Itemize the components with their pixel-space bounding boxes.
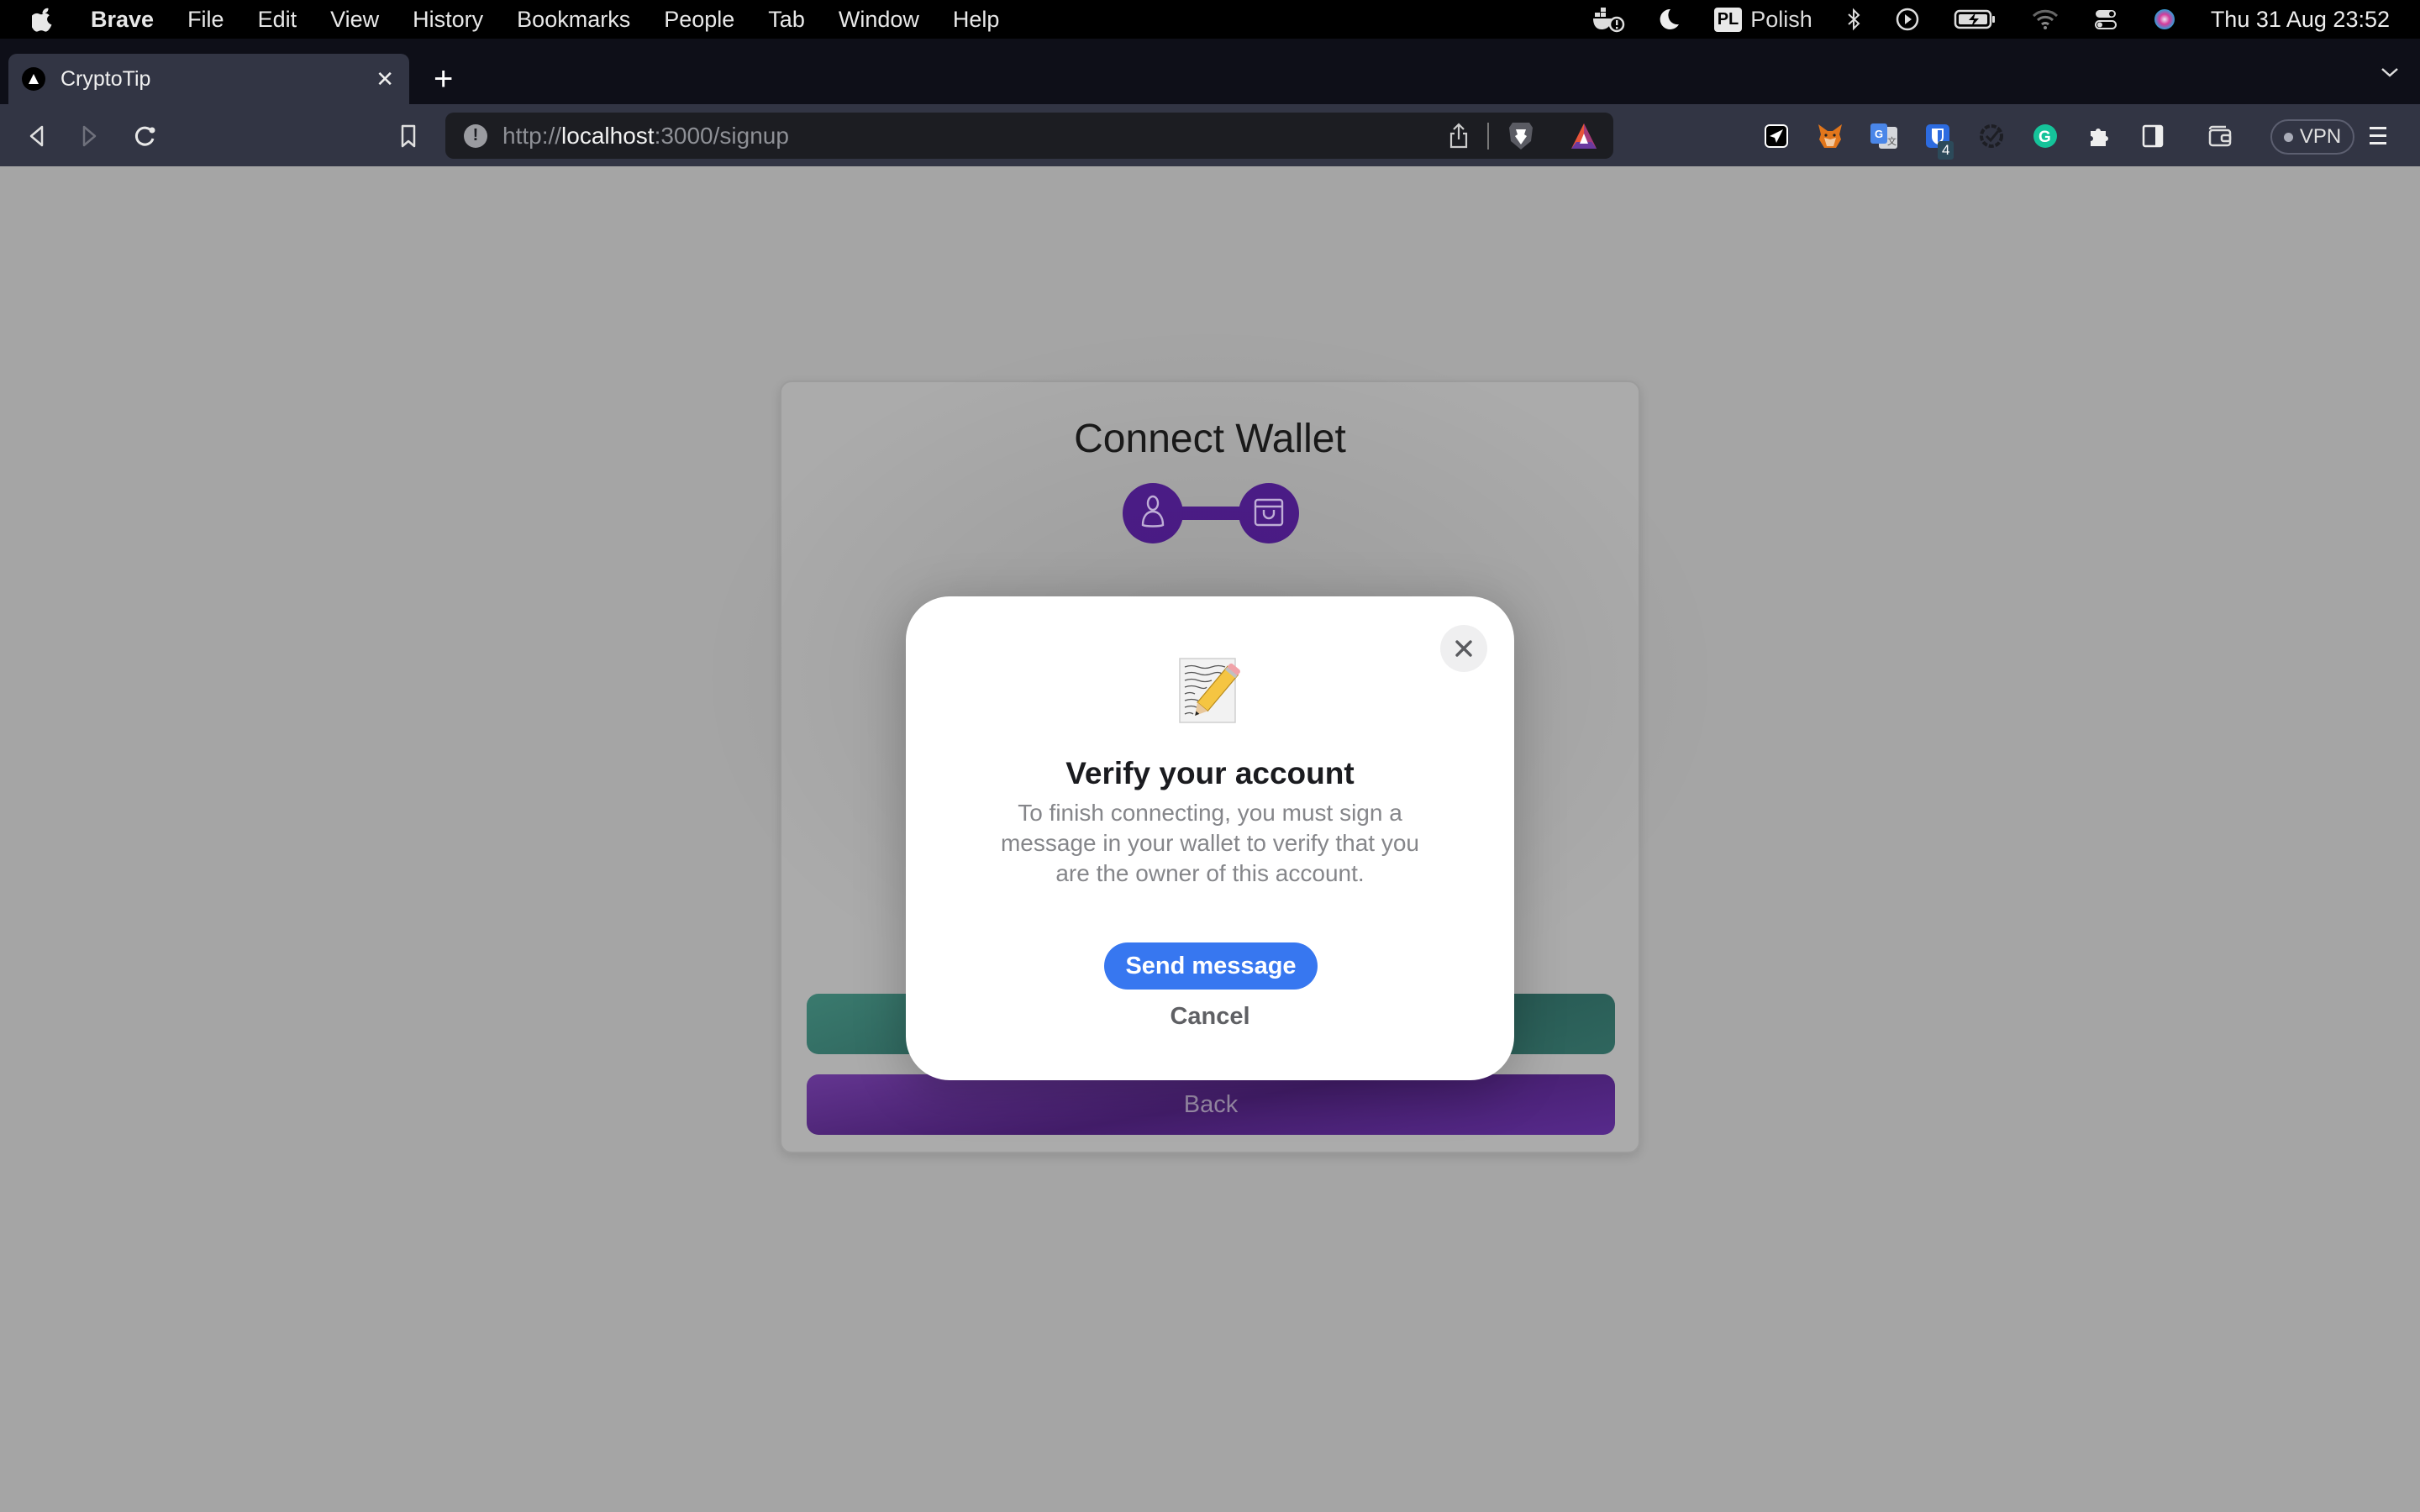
docker-icon[interactable] — [1591, 6, 1625, 33]
url-path: :3000/signup — [654, 122, 789, 149]
siri-icon[interactable] — [2152, 7, 2177, 32]
close-icon — [1455, 640, 1472, 657]
do-not-disturb-moon-icon[interactable] — [1659, 8, 1681, 31]
media-play-icon[interactable] — [1895, 7, 1920, 32]
menu-tab[interactable]: Tab — [768, 7, 805, 33]
memo-pencil-icon — [1176, 657, 1244, 724]
modal-title: Verify your account — [1065, 756, 1355, 790]
verify-account-modal: Verify your account To finish connecting… — [906, 596, 1514, 1080]
input-source-label: Polish — [1750, 6, 1812, 32]
back-button[interactable]: Back — [807, 1074, 1615, 1135]
google-translate-icon[interactable]: G文 — [1867, 119, 1901, 153]
vpn-label: VPN — [2299, 125, 2342, 148]
reload-icon[interactable] — [129, 121, 160, 151]
user-icon — [1138, 493, 1168, 534]
browser-toolbar: ! http://localhost:3000/signup G文 4 G VP… — [0, 104, 2420, 166]
signup-stepper — [1123, 483, 1299, 543]
wifi-icon[interactable] — [2031, 8, 2060, 31]
svg-text:G: G — [2039, 129, 2051, 146]
wallet-icon — [1252, 495, 1286, 533]
input-source-badge: PL — [1713, 7, 1743, 32]
address-bar-divider — [1487, 122, 1489, 150]
timer-check-icon[interactable] — [1975, 119, 2008, 153]
battery-charging-icon[interactable] — [1954, 8, 1997, 31]
grammarly-icon[interactable]: G — [2028, 119, 2062, 153]
tab-title: CryptoTip — [60, 66, 151, 91]
modal-description: To finish connecting, you must sign a me… — [1000, 800, 1419, 886]
cancel-button[interactable]: Cancel — [906, 1003, 1514, 1031]
brave-shields-lion-icon[interactable] — [1507, 121, 1534, 151]
stepper-connector — [1173, 507, 1249, 520]
url-text[interactable]: http://localhost:3000/signup — [502, 123, 1449, 150]
forward-arrow-icon[interactable] — [74, 121, 104, 151]
hamburger-menu-icon[interactable] — [2368, 124, 2388, 152]
extension-send-icon[interactable] — [1760, 119, 1793, 153]
cryptotip-favicon-icon — [22, 67, 45, 91]
modal-close-button[interactable] — [1440, 625, 1487, 672]
brave-rewards-triangle-icon[interactable] — [1570, 122, 1598, 150]
menu-history[interactable]: History — [413, 7, 483, 33]
address-bar[interactable]: ! http://localhost:3000/signup — [445, 113, 1613, 159]
macos-menu-bar: Brave File Edit View History Bookmarks P… — [0, 0, 2420, 39]
sidebar-toggle-icon[interactable] — [2136, 119, 2170, 153]
apple-menu-icon[interactable] — [32, 6, 62, 33]
extensions-puzzle-icon[interactable] — [2082, 119, 2116, 153]
tab-close-icon[interactable]: ✕ — [376, 66, 394, 92]
tab-cryptotip[interactable]: CryptoTip ✕ — [8, 54, 409, 104]
control-center-icon[interactable] — [2093, 7, 2118, 32]
menu-people[interactable]: People — [664, 7, 734, 33]
menu-window[interactable]: Window — [839, 7, 919, 33]
send-message-button[interactable]: Send message — [1104, 942, 1318, 990]
site-info-icon[interactable]: ! — [464, 123, 487, 148]
bluetooth-icon[interactable] — [1846, 8, 1861, 31]
svg-text:G: G — [1875, 128, 1883, 140]
card-title: Connect Wallet — [1074, 417, 1346, 461]
menu-file[interactable]: File — [187, 7, 224, 33]
vpn-status-dot — [2283, 132, 2293, 142]
back-arrow-icon[interactable] — [22, 121, 52, 151]
input-source[interactable]: PL Polish — [1713, 6, 1812, 33]
step-account — [1123, 483, 1183, 543]
url-host: localhost — [561, 122, 655, 149]
extension-badge-count: 4 — [1938, 141, 1954, 160]
svg-text:文: 文 — [1887, 135, 1897, 147]
menu-help[interactable]: Help — [953, 7, 1000, 33]
vpn-button[interactable]: VPN — [2270, 119, 2354, 155]
menu-edit[interactable]: Edit — [258, 7, 297, 33]
share-icon[interactable] — [1449, 122, 1469, 150]
metamask-fox-icon[interactable] — [1813, 119, 1847, 153]
page-viewport: Connect Wallet Back Verify your account … — [0, 166, 2420, 1512]
bookmark-icon[interactable] — [393, 121, 424, 151]
brave-wallet-icon[interactable] — [2203, 119, 2237, 153]
tab-list-chevron-down-icon[interactable] — [2380, 66, 2400, 83]
new-tab-plus-icon[interactable]: + — [434, 62, 453, 96]
step-wallet — [1239, 483, 1299, 543]
menu-app-brave[interactable]: Brave — [91, 7, 154, 33]
browser-tab-strip: CryptoTip ✕ + — [0, 39, 2420, 104]
menu-bookmarks[interactable]: Bookmarks — [517, 7, 630, 33]
menubar-clock[interactable]: Thu 31 Aug 23:52 — [2211, 7, 2390, 33]
url-scheme: http:// — [502, 122, 562, 149]
menu-view[interactable]: View — [330, 7, 379, 33]
